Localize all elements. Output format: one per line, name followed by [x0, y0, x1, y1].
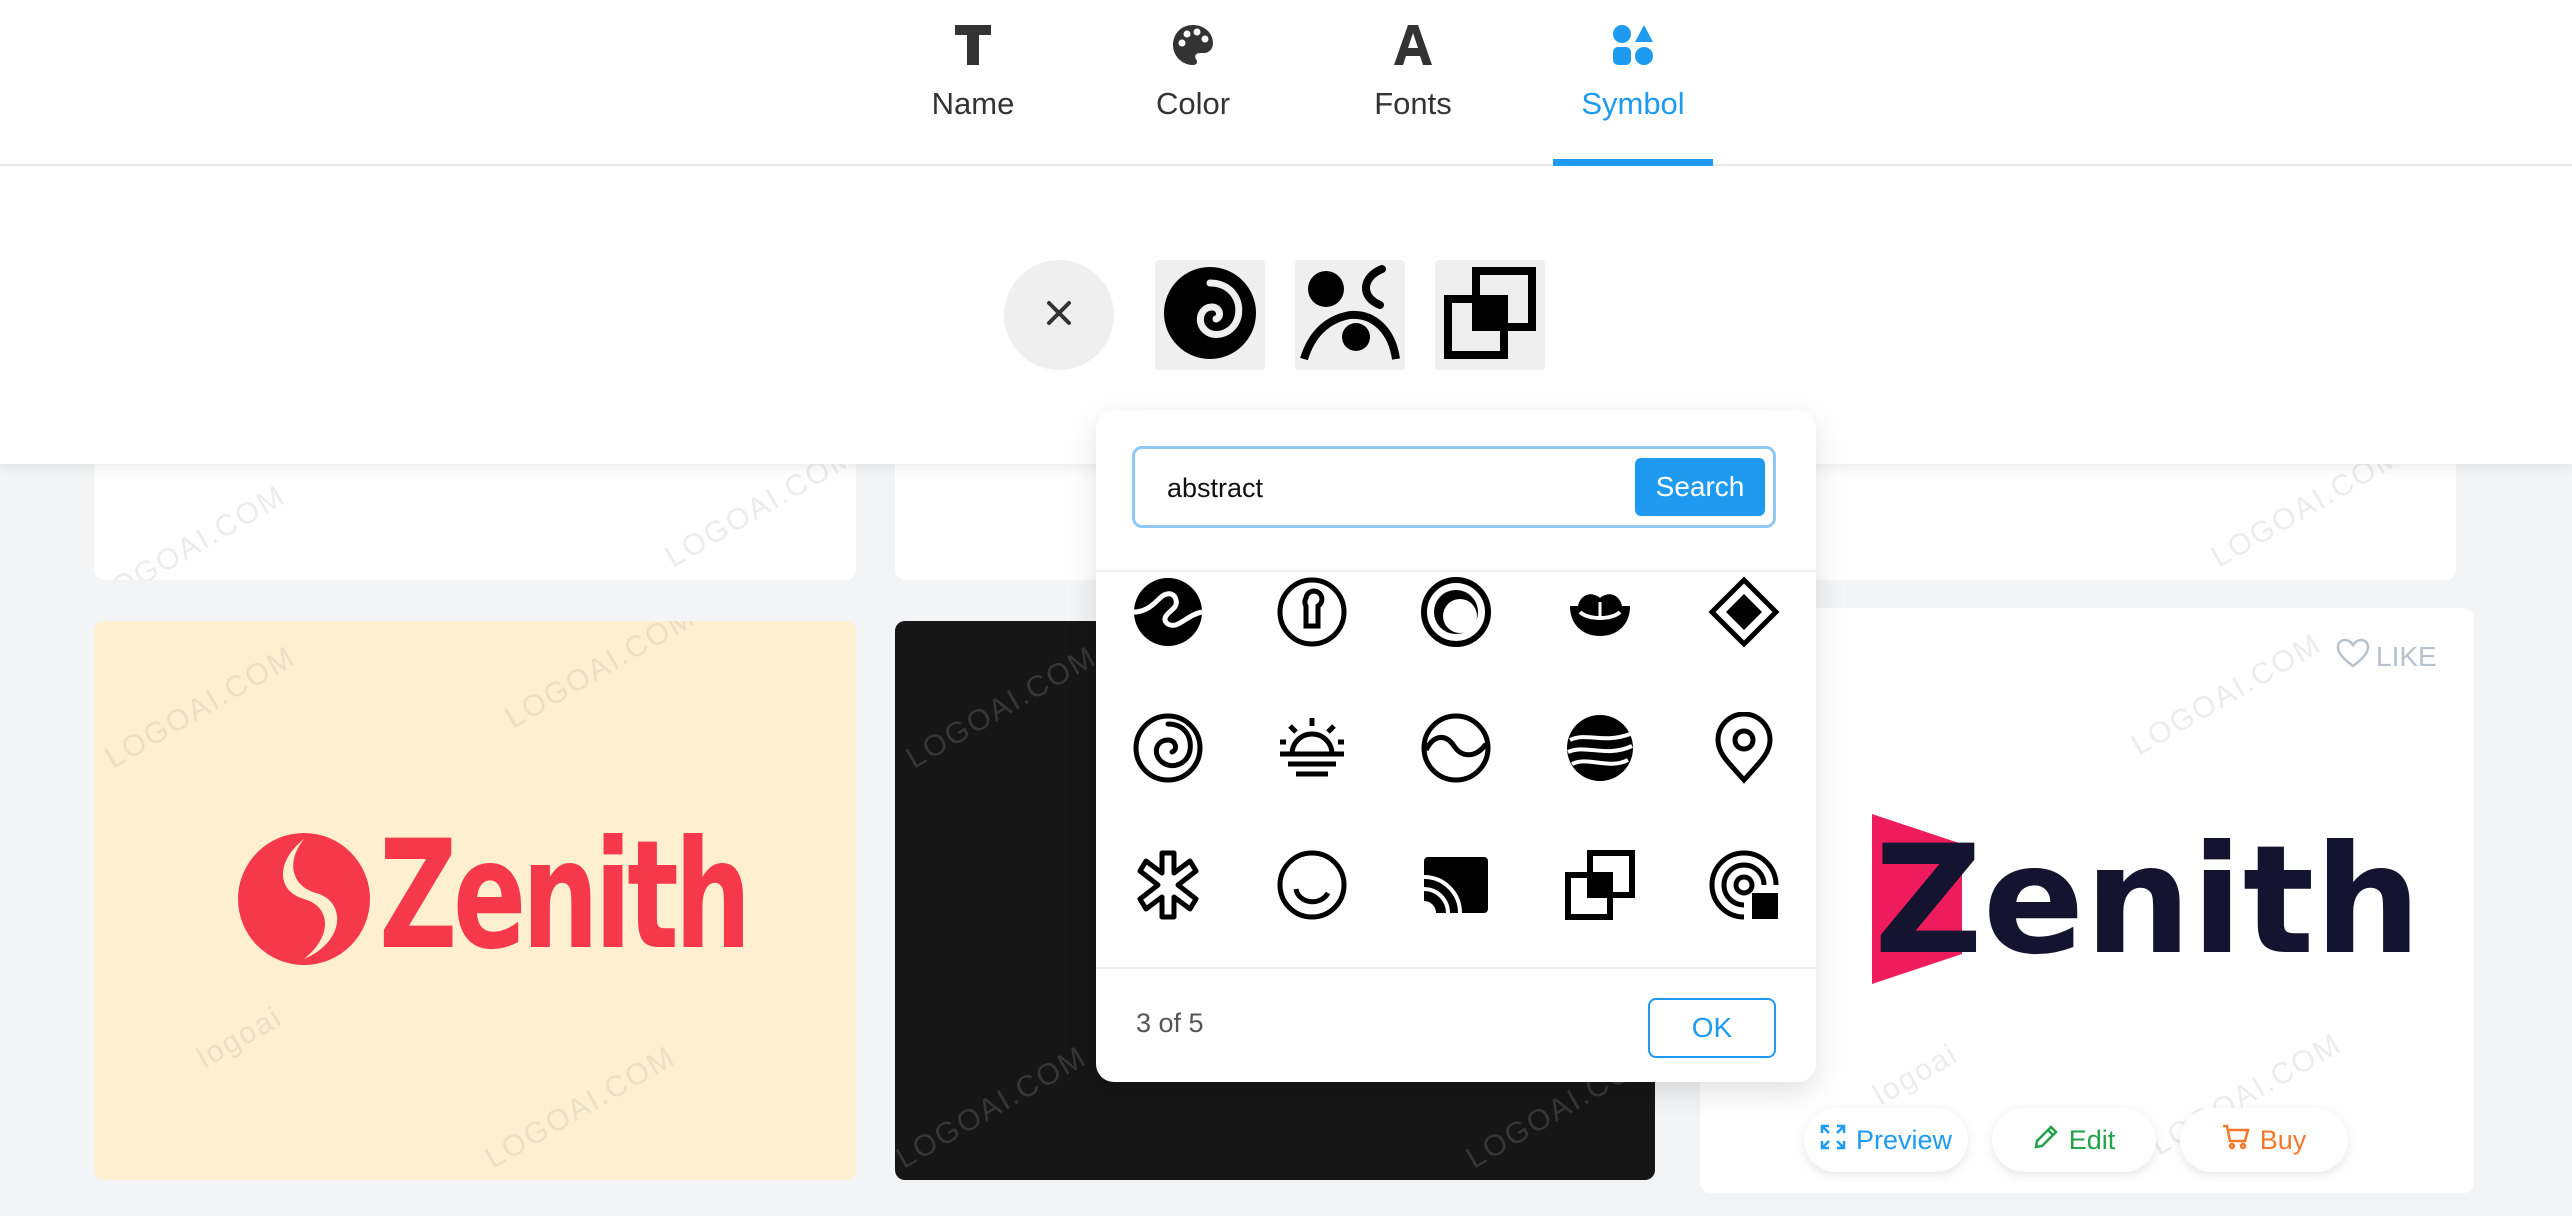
- overlapping-squares-icon: [1442, 265, 1538, 366]
- watermark: LOGOAI.COM: [900, 639, 1103, 776]
- tab-label: Fonts: [1374, 86, 1452, 121]
- zenith-wordmark: Zenith: [1874, 814, 2422, 988]
- diamond-icon[interactable]: [1699, 567, 1789, 657]
- close-icon: [1045, 299, 1073, 332]
- keyhole-icon[interactable]: [1267, 567, 1357, 657]
- selected-symbol-figure[interactable]: [1295, 260, 1405, 370]
- layered-squares-icon[interactable]: [1555, 840, 1645, 930]
- search-box: Search: [1132, 446, 1776, 528]
- divider: [1096, 967, 1816, 969]
- cart-icon: [2222, 1124, 2250, 1157]
- search-input[interactable]: [1165, 459, 1609, 517]
- crescent-ring-icon[interactable]: [1411, 567, 1501, 657]
- watermark: LOGOAI.COM: [499, 621, 702, 736]
- search-button[interactable]: Search: [1635, 458, 1765, 516]
- pencil-icon: [2033, 1124, 2059, 1157]
- clear-symbols-button[interactable]: [1004, 260, 1114, 370]
- shapes-icon: [1553, 20, 1713, 70]
- abstract-figure-icon: [1300, 263, 1400, 368]
- tab-label: Color: [1155, 86, 1231, 121]
- asterisk-icon[interactable]: [1123, 840, 1213, 930]
- selected-symbol-squares[interactable]: [1435, 260, 1545, 370]
- location-pin-icon[interactable]: [1699, 703, 1789, 793]
- striped-globe-icon[interactable]: [1555, 703, 1645, 793]
- zenith-wordmark: Zenith: [379, 809, 751, 983]
- buy-label: Buy: [2259, 1124, 2307, 1155]
- sunrise-icon[interactable]: [1267, 703, 1357, 793]
- font-a-icon: [1333, 20, 1493, 70]
- ok-button[interactable]: OK: [1648, 998, 1776, 1058]
- palette-icon: [1113, 20, 1273, 70]
- buy-button[interactable]: Buy: [2180, 1108, 2348, 1172]
- page-indicator: 3 of 5: [1136, 1008, 1204, 1038]
- zenith-swirl-logo-icon: [236, 831, 372, 967]
- logo-card-zenith-navy[interactable]: LOGOAI.COM LOGOAI.COM logoai LIKE Zenith: [1700, 608, 2474, 1193]
- expand-icon: [1820, 1124, 1846, 1157]
- logo-card-zenith-red[interactable]: LOGOAI.COM LOGOAI.COM LOGOAI.COM logoai …: [94, 621, 856, 1180]
- tab-color[interactable]: Color: [1113, 0, 1273, 164]
- edit-button[interactable]: Edit: [1992, 1108, 2156, 1172]
- watermark: LOGOAI.COM: [895, 1039, 1093, 1176]
- watermark: logoai: [191, 1000, 288, 1075]
- tab-label: Symbol: [1581, 86, 1685, 121]
- heart-icon: [2336, 638, 2370, 675]
- spiral-icon[interactable]: [1123, 703, 1213, 793]
- tab-symbol[interactable]: Symbol: [1553, 0, 1713, 166]
- spiral-icon: [1162, 265, 1258, 366]
- wave-circle-icon[interactable]: [1411, 703, 1501, 793]
- tab-fonts[interactable]: Fonts: [1333, 0, 1493, 164]
- tab-name[interactable]: Name: [893, 0, 1053, 164]
- tab-label: Name: [931, 86, 1015, 121]
- radar-square-icon[interactable]: [1699, 840, 1789, 930]
- watermark: LOGOAI.COM: [479, 1039, 682, 1176]
- top-nav: Name Color Fonts Symbol: [0, 0, 2572, 166]
- watermark: logoai: [1867, 1037, 1964, 1112]
- open-circle-icon[interactable]: [1267, 840, 1357, 930]
- watermark: LOGOAI.COM: [94, 478, 292, 580]
- lotus-bowl-icon[interactable]: [1555, 567, 1645, 657]
- watermark: LOGOAI.COM: [99, 639, 302, 776]
- preview-button[interactable]: Preview: [1804, 1108, 1968, 1172]
- cast-icon[interactable]: [1411, 840, 1501, 930]
- edit-label: Edit: [2068, 1124, 2116, 1155]
- selected-symbol-spiral[interactable]: [1155, 260, 1265, 370]
- swirl-circle-icon[interactable]: [1123, 567, 1213, 657]
- like-button[interactable]: LIKE: [2336, 638, 2437, 675]
- symbol-search-popup: Search: [1096, 410, 1816, 1082]
- watermark: LOGOAI.COM: [2125, 626, 2328, 763]
- preview-label: Preview: [1855, 1124, 1953, 1155]
- text-t-icon: [893, 20, 1053, 70]
- like-label: LIKE: [2376, 640, 2437, 672]
